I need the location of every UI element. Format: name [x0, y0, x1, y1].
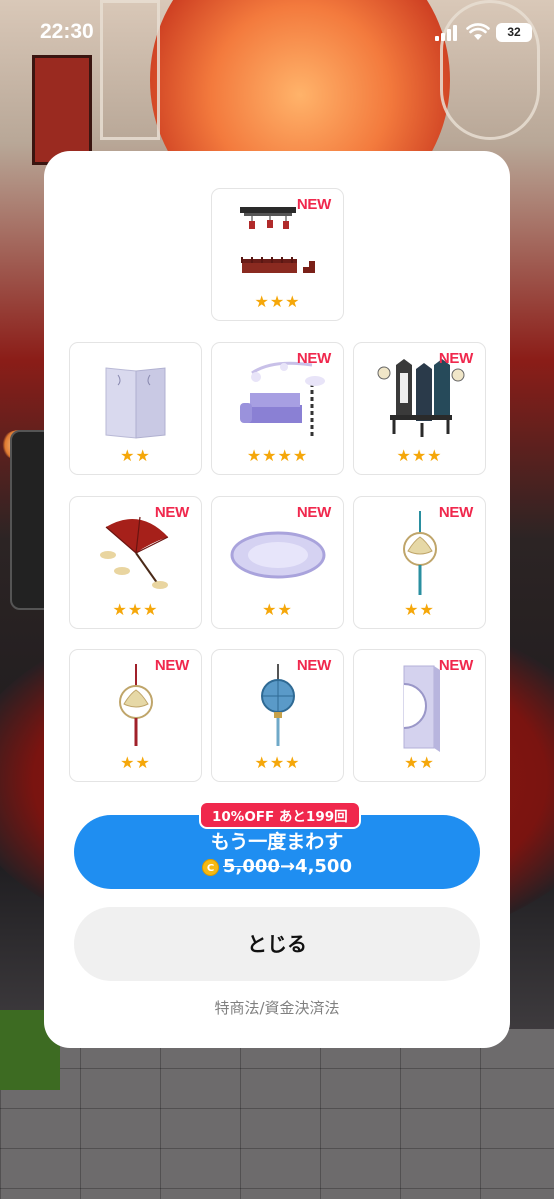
new-badge: NEW	[296, 504, 331, 521]
battery-icon: 32	[496, 23, 532, 42]
item-card-partition[interactable]: ★★	[69, 342, 202, 475]
rarity-stars: ★★★★	[246, 446, 309, 465]
new-badge: NEW	[154, 657, 189, 674]
item-card-lotus-ornament[interactable]: NEW ★★	[353, 496, 486, 629]
new-badge: NEW	[296, 657, 331, 674]
rarity-stars: ★★	[262, 600, 293, 619]
background-floor	[0, 1029, 554, 1199]
rarity-stars: ★★	[120, 753, 151, 772]
gacha-result-modal: NEW ★★★ ★★ NEW ★★★★ NEW ★★★ NEW ★★★ NEW …	[44, 151, 510, 1048]
rarity-stars: ★★★	[254, 292, 301, 311]
rarity-stars: ★★★	[254, 753, 301, 772]
status-time: 22:30	[40, 20, 94, 43]
item-card-sofa-set[interactable]: NEW ★★★★	[211, 342, 344, 475]
legal-link[interactable]: 特商法/資金決済法	[44, 997, 510, 1018]
new-badge: NEW	[438, 657, 473, 674]
close-button[interactable]: とじる	[74, 907, 480, 981]
old-price: 5,000	[223, 856, 280, 877]
rarity-stars: ★★	[120, 446, 151, 465]
rarity-stars: ★★	[404, 600, 435, 619]
new-badge: NEW	[154, 504, 189, 521]
rarity-stars: ★★	[404, 753, 435, 772]
item-card-umbrella[interactable]: NEW ★★★	[69, 496, 202, 629]
price-row: C 5,000→4,500	[74, 856, 480, 877]
item-card-blue-lantern[interactable]: NEW ★★★	[211, 649, 344, 782]
item-card-chairs[interactable]: NEW ★★★	[353, 342, 486, 475]
cellular-signal-icon	[435, 25, 459, 41]
item-card-rug[interactable]: NEW ★★	[211, 496, 344, 629]
new-badge: NEW	[296, 196, 331, 213]
new-badge: NEW	[438, 504, 473, 521]
discount-badge: 10%OFF あと199回	[199, 801, 361, 829]
rarity-stars: ★★★	[396, 446, 443, 465]
new-price: 4,500	[295, 856, 352, 877]
new-badge: NEW	[438, 350, 473, 367]
coin-icon: C	[202, 859, 220, 876]
spin-again-label: もう一度まわす	[210, 831, 344, 853]
item-card-ceiling-stairs[interactable]: NEW ★★★	[211, 188, 344, 321]
wifi-icon	[466, 23, 490, 40]
item-card-lotus-red-ornament[interactable]: NEW ★★	[69, 649, 202, 782]
price-arrow: →	[279, 856, 296, 877]
rarity-stars: ★★★	[112, 600, 159, 619]
status-bar: 22:30 32	[0, 0, 554, 66]
item-card-round-window-panel[interactable]: NEW ★★	[353, 649, 486, 782]
new-badge: NEW	[296, 350, 331, 367]
background-scroll	[32, 55, 92, 165]
